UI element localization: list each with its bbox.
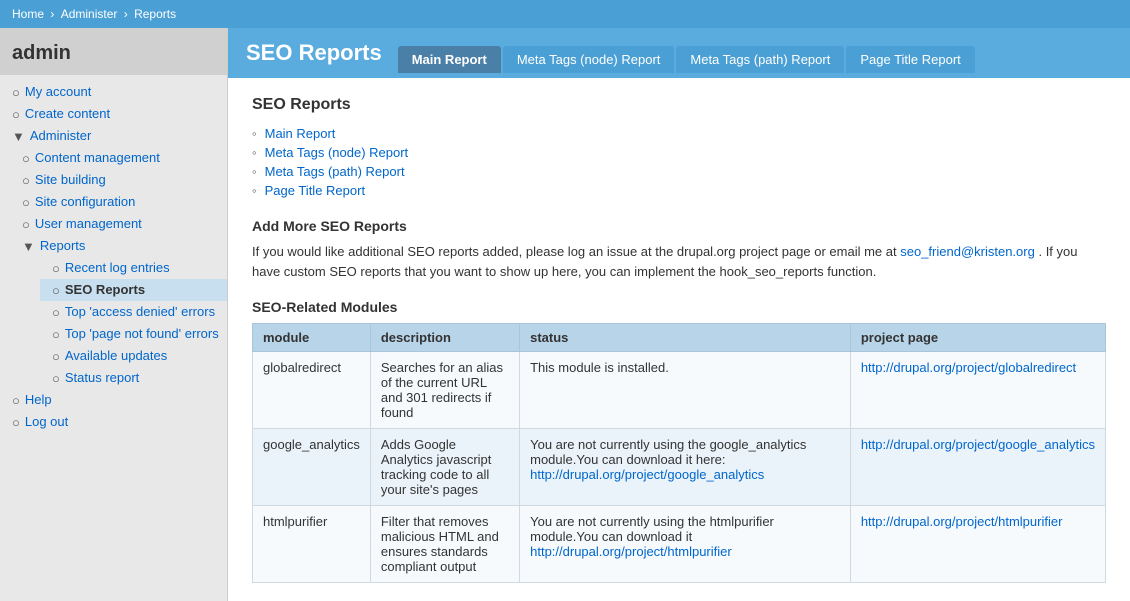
bullet-icon: ○ bbox=[52, 305, 60, 320]
bullet-icon: ○ bbox=[12, 85, 20, 100]
sidebar-item-page-not-found[interactable]: ○ Top 'page not found' errors bbox=[40, 323, 227, 345]
cell-project: http://drupal.org/project/htmlpurifier bbox=[850, 506, 1105, 583]
bullet-icon: ○ bbox=[52, 349, 60, 364]
breadcrumb-administer[interactable]: Administer bbox=[61, 7, 118, 21]
sidebar-item-seo-reports[interactable]: ○ SEO Reports bbox=[40, 279, 227, 301]
cell-description: Filter that removes malicious HTML and e… bbox=[370, 506, 519, 583]
cell-module: htmlpurifier bbox=[253, 506, 371, 583]
add-more-section: Add More SEO Reports If you would like a… bbox=[252, 218, 1106, 281]
cell-project: http://drupal.org/project/globalredirect bbox=[850, 352, 1105, 429]
link-page-title[interactable]: Page Title Report bbox=[265, 183, 365, 198]
sidebar-item-log-out[interactable]: ○ Log out bbox=[0, 411, 227, 433]
layout: admin ○ My account ○ Create content ▼ Ad… bbox=[0, 28, 1130, 601]
sidebar-item-administer[interactable]: ▼ Administer bbox=[0, 125, 227, 147]
table-row: google_analytics Adds Google Analytics j… bbox=[253, 429, 1106, 506]
cell-description: Searches for an alias of the current URL… bbox=[370, 352, 519, 429]
link-main-report[interactable]: Main Report bbox=[265, 126, 336, 141]
sidebar-item-recent-log[interactable]: ○ Recent log entries bbox=[40, 257, 227, 279]
sidebar-title: admin bbox=[0, 28, 227, 75]
bullet-icon: ▼ bbox=[12, 129, 25, 144]
sidebar-item-create-content[interactable]: ○ Create content bbox=[0, 103, 227, 125]
table-row: htmlpurifier Filter that removes malicio… bbox=[253, 506, 1106, 583]
tab-group: Main Report Meta Tags (node) Report Meta… bbox=[398, 46, 975, 73]
project-link[interactable]: http://drupal.org/project/google_analyti… bbox=[861, 437, 1095, 452]
content-area: SEO Reports Main Report Meta Tags (node)… bbox=[228, 78, 1130, 601]
project-link[interactable]: http://drupal.org/project/globalredirect bbox=[861, 360, 1076, 375]
tab-page-title[interactable]: Page Title Report bbox=[846, 46, 974, 73]
sidebar-item-status-report[interactable]: ○ Status report bbox=[40, 367, 227, 389]
cell-status: You are not currently using the htmlpuri… bbox=[520, 506, 851, 583]
modules-section-title: SEO-Related Modules bbox=[252, 299, 1106, 315]
list-item: Meta Tags (node) Report bbox=[252, 143, 1106, 162]
sidebar-item-site-building[interactable]: ○ Site building bbox=[10, 169, 227, 191]
content-section-title: SEO Reports bbox=[252, 96, 1106, 114]
link-meta-path[interactable]: Meta Tags (path) Report bbox=[265, 164, 405, 179]
tab-meta-path[interactable]: Meta Tags (path) Report bbox=[676, 46, 844, 73]
modules-table: module description status project page g… bbox=[252, 323, 1106, 583]
cell-module: globalredirect bbox=[253, 352, 371, 429]
bullet-icon: ○ bbox=[12, 393, 20, 408]
bullet-icon: ○ bbox=[12, 107, 20, 122]
add-more-email-link[interactable]: seo_friend@kristen.org bbox=[900, 244, 1035, 259]
col-header-project: project page bbox=[850, 324, 1105, 352]
bullet-icon: ○ bbox=[22, 173, 30, 188]
sidebar-item-content-management[interactable]: ○ Content management bbox=[10, 147, 227, 169]
bullet-icon: ○ bbox=[22, 217, 30, 232]
add-more-title: Add More SEO Reports bbox=[252, 218, 1106, 234]
bullet-icon: ○ bbox=[52, 327, 60, 342]
bullet-icon: ○ bbox=[52, 371, 60, 386]
cell-description: Adds Google Analytics javascript trackin… bbox=[370, 429, 519, 506]
cell-project: http://drupal.org/project/google_analyti… bbox=[850, 429, 1105, 506]
status-link[interactable]: http://drupal.org/project/google_analyti… bbox=[530, 467, 764, 482]
col-header-module: module bbox=[253, 324, 371, 352]
breadcrumb-reports[interactable]: Reports bbox=[134, 7, 176, 21]
link-meta-node[interactable]: Meta Tags (node) Report bbox=[265, 145, 409, 160]
col-header-status: status bbox=[520, 324, 851, 352]
sidebar-item-access-denied[interactable]: ○ Top 'access denied' errors bbox=[40, 301, 227, 323]
project-link[interactable]: http://drupal.org/project/htmlpurifier bbox=[861, 514, 1063, 529]
tabs-bar: SEO Reports Main Report Meta Tags (node)… bbox=[228, 28, 1130, 78]
tab-main-report[interactable]: Main Report bbox=[398, 46, 501, 73]
table-row: globalredirect Searches for an alias of … bbox=[253, 352, 1106, 429]
page-heading: SEO Reports bbox=[246, 40, 382, 78]
col-header-description: description bbox=[370, 324, 519, 352]
cell-module: google_analytics bbox=[253, 429, 371, 506]
top-bar: Home › Administer › Reports bbox=[0, 0, 1130, 28]
tab-meta-node[interactable]: Meta Tags (node) Report bbox=[503, 46, 675, 73]
status-link[interactable]: http://drupal.org/project/htmlpurifier bbox=[530, 544, 732, 559]
cell-status: This module is installed. bbox=[520, 352, 851, 429]
sidebar: admin ○ My account ○ Create content ▼ Ad… bbox=[0, 28, 228, 601]
bullet-icon: ▼ bbox=[22, 239, 35, 254]
report-links-list: Main Report Meta Tags (node) Report Meta… bbox=[252, 124, 1106, 200]
add-more-text: If you would like additional SEO reports… bbox=[252, 242, 1106, 281]
bullet-icon: ○ bbox=[22, 151, 30, 166]
cell-status: You are not currently using the google_a… bbox=[520, 429, 851, 506]
sidebar-item-help[interactable]: ○ Help bbox=[0, 389, 227, 411]
bullet-icon: ○ bbox=[12, 415, 20, 430]
sidebar-item-reports[interactable]: ▼ Reports bbox=[10, 235, 227, 257]
bullet-icon: ○ bbox=[22, 195, 30, 210]
breadcrumb: Home › Administer › Reports bbox=[12, 7, 176, 21]
main-content: SEO Reports Main Report Meta Tags (node)… bbox=[228, 28, 1130, 601]
sidebar-item-site-configuration[interactable]: ○ Site configuration bbox=[10, 191, 227, 213]
sidebar-nav: ○ My account ○ Create content ▼ Administ… bbox=[0, 75, 227, 439]
list-item: Page Title Report bbox=[252, 181, 1106, 200]
bullet-icon: ○ bbox=[52, 283, 60, 298]
sidebar-item-user-management[interactable]: ○ User management bbox=[10, 213, 227, 235]
bullet-icon: ○ bbox=[52, 261, 60, 276]
list-item: Meta Tags (path) Report bbox=[252, 162, 1106, 181]
list-item: Main Report bbox=[252, 124, 1106, 143]
sidebar-item-my-account[interactable]: ○ My account bbox=[0, 81, 227, 103]
breadcrumb-home[interactable]: Home bbox=[12, 7, 44, 21]
sidebar-item-available-updates[interactable]: ○ Available updates bbox=[40, 345, 227, 367]
